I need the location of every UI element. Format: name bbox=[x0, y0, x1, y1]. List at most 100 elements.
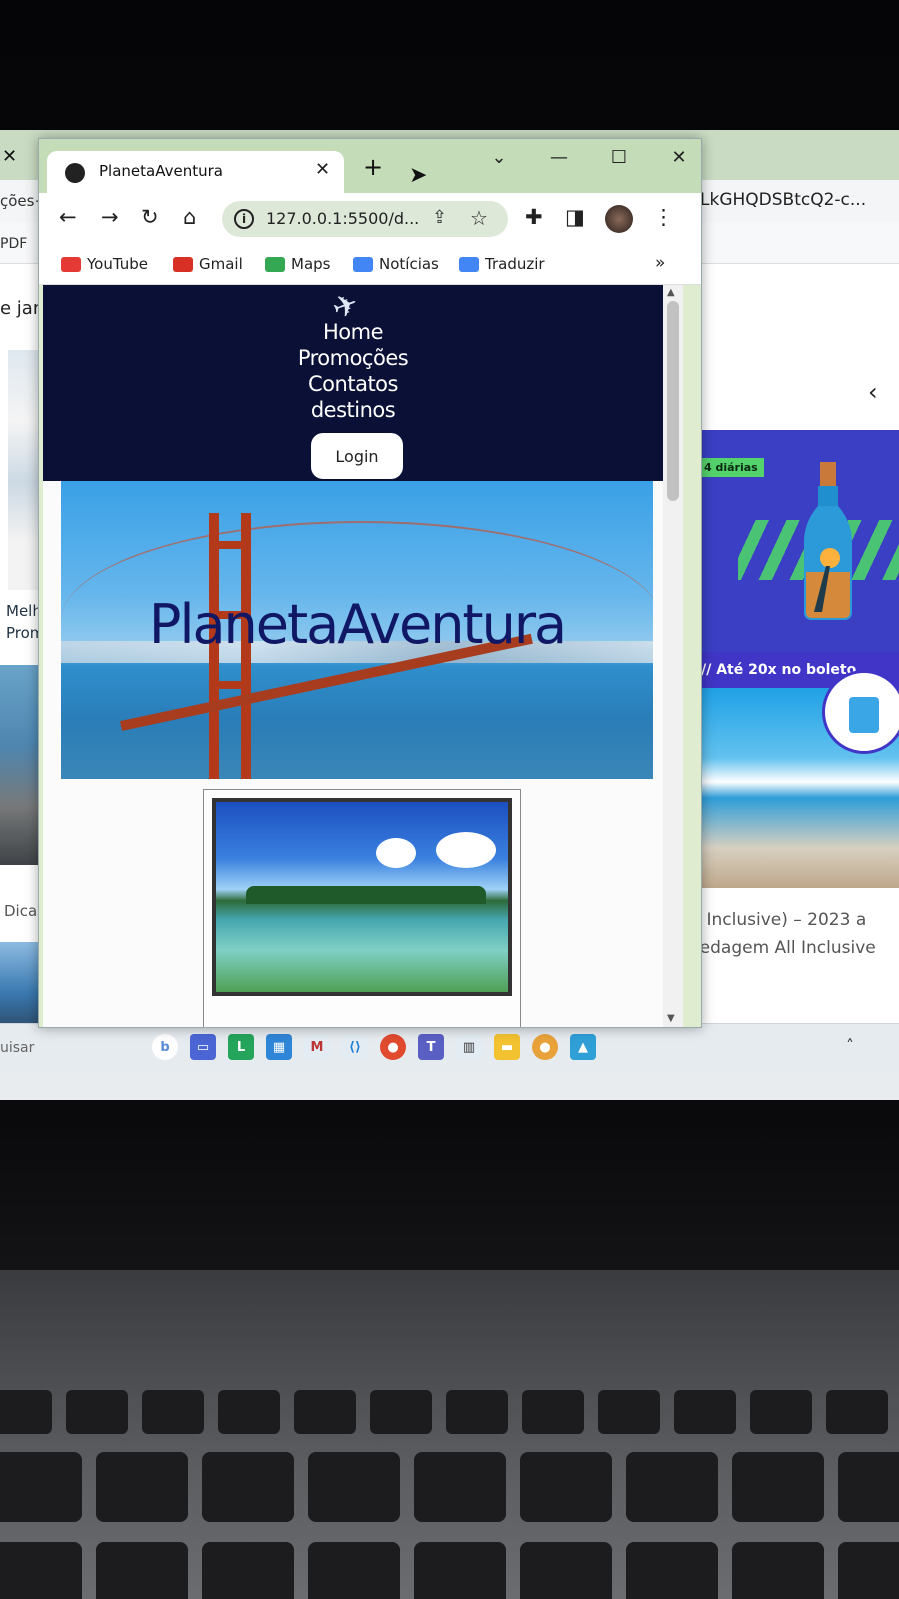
minimize-icon[interactable]: — bbox=[529, 147, 589, 168]
bing-icon[interactable]: b bbox=[152, 1034, 178, 1060]
keyboard-key bbox=[838, 1452, 899, 1522]
site-info-icon[interactable]: i bbox=[234, 209, 254, 229]
tray-chevron-icon[interactable]: ˄ bbox=[846, 1036, 854, 1055]
chat-icon[interactable]: ▭ bbox=[190, 1034, 216, 1060]
keyboard-key bbox=[370, 1390, 432, 1434]
keyboard-key bbox=[626, 1542, 718, 1599]
monitor-screen: ✕ ções+ LkGHQDSBtcQ2-c... PDF e jane Mel… bbox=[0, 130, 899, 1100]
window-controls: ⌄ — ☐ ✕ bbox=[469, 147, 701, 168]
keyboard-key bbox=[0, 1390, 52, 1434]
youtube-icon bbox=[61, 256, 81, 272]
more-bookmarks-icon[interactable]: » bbox=[655, 253, 665, 273]
keyboard-key bbox=[750, 1390, 812, 1434]
bridge-crossbar bbox=[209, 681, 251, 689]
keyboard-key bbox=[414, 1542, 506, 1599]
chrome-profile-icon[interactable]: ● bbox=[532, 1034, 558, 1060]
tab-search-icon[interactable]: ⌄ bbox=[469, 147, 529, 168]
profile-avatar[interactable] bbox=[605, 205, 633, 233]
number-key-row bbox=[0, 1452, 899, 1522]
maximize-icon[interactable]: ☐ bbox=[589, 147, 649, 168]
browser-toolbar: ← → ↻ ⌂ i 127.0.0.1:5500/d... ⇪ ☆ ✚ ◨ ⋮ bbox=[39, 193, 701, 243]
share-icon[interactable]: ⇪ bbox=[432, 207, 447, 228]
keyboard-key bbox=[520, 1542, 612, 1599]
gmail-icon bbox=[173, 256, 193, 272]
globe-icon bbox=[65, 163, 85, 183]
keyboard-key bbox=[308, 1542, 400, 1599]
nav-destinos[interactable]: destinos bbox=[43, 397, 663, 423]
bookmark-label: Traduzir bbox=[485, 255, 545, 273]
keyboard-key bbox=[522, 1390, 584, 1434]
page-scrollbar[interactable]: ▲ ▼ bbox=[663, 285, 683, 1027]
carousel-prev-icon[interactable]: ‹ bbox=[868, 378, 878, 406]
side-panel-icon[interactable]: ◨ bbox=[565, 205, 585, 229]
cup-icon bbox=[849, 697, 879, 733]
forward-icon[interactable]: → bbox=[101, 205, 119, 229]
calendar-icon[interactable]: ▥ bbox=[456, 1034, 482, 1060]
keyboard-key bbox=[826, 1390, 888, 1434]
nav-contatos[interactable]: Contatos bbox=[43, 371, 663, 397]
keyboard-key bbox=[0, 1542, 82, 1599]
store-icon[interactable]: ▦ bbox=[266, 1034, 292, 1060]
hero-title: PlanetaAventura bbox=[148, 593, 567, 656]
bookmarks-bar: YouTube Gmail Maps Notícias Traduzir » bbox=[39, 243, 701, 285]
page-viewport: ✈ Home Promoções Contatos destinos Login bbox=[43, 285, 683, 1027]
bookmark-maps[interactable]: Maps bbox=[265, 255, 330, 273]
launcher-icon[interactable]: L bbox=[228, 1034, 254, 1060]
close-window-icon[interactable]: ✕ bbox=[649, 147, 701, 168]
bookmark-label: Maps bbox=[291, 255, 331, 273]
nav-promocoes[interactable]: Promoções bbox=[43, 345, 663, 371]
background-close-icon[interactable]: ✕ bbox=[2, 146, 17, 167]
scroll-down-icon[interactable]: ▼ bbox=[667, 1013, 675, 1024]
keyboard-key bbox=[96, 1452, 188, 1522]
background-pdf-bookmark[interactable]: PDF bbox=[0, 236, 27, 252]
bookmark-noticias[interactable]: Notícias bbox=[353, 255, 439, 273]
back-icon[interactable]: ← bbox=[59, 205, 77, 229]
taskbar-search[interactable]: uisar bbox=[0, 1040, 34, 1056]
destination-card[interactable] bbox=[203, 789, 521, 1027]
keyboard-key bbox=[142, 1390, 204, 1434]
tab-close-icon[interactable]: ✕ bbox=[315, 159, 330, 180]
new-tab-icon[interactable]: + bbox=[363, 153, 383, 181]
reload-icon[interactable]: ↻ bbox=[141, 205, 159, 229]
hero-banner: PlanetaAventura bbox=[61, 481, 653, 779]
background-right-url[interactable]: LkGHQDSBtcQ2-c... bbox=[700, 190, 866, 210]
login-button[interactable]: Login bbox=[311, 433, 403, 479]
vscode-icon[interactable]: ⟨⟩ bbox=[342, 1034, 368, 1060]
bookmark-gmail[interactable]: Gmail bbox=[173, 255, 243, 273]
bookmark-traduzir[interactable]: Traduzir bbox=[459, 255, 545, 273]
address-text: 127.0.0.1:5500/d... bbox=[266, 209, 420, 228]
keyboard-key bbox=[202, 1542, 294, 1599]
keyboard-key bbox=[218, 1390, 280, 1434]
extensions-icon[interactable]: ✚ bbox=[525, 205, 543, 229]
address-bar[interactable]: i 127.0.0.1:5500/d... ⇪ ☆ bbox=[222, 201, 508, 237]
keyboard-key bbox=[66, 1390, 128, 1434]
bookmark-youtube[interactable]: YouTube bbox=[61, 255, 148, 273]
ad-banner[interactable]: 4 diárias bbox=[688, 430, 899, 652]
chrome-icon[interactable]: ● bbox=[380, 1034, 406, 1060]
keyboard-key bbox=[598, 1390, 660, 1434]
menu-kebab-icon[interactable]: ⋮ bbox=[653, 205, 674, 229]
mouse-cursor-icon: ➤ bbox=[409, 163, 428, 188]
mcafee-icon[interactable]: M bbox=[304, 1034, 330, 1060]
scroll-up-icon[interactable]: ▲ bbox=[667, 287, 675, 298]
keyboard-key bbox=[446, 1390, 508, 1434]
keyboard-key bbox=[202, 1452, 294, 1522]
teams-icon[interactable]: T bbox=[418, 1034, 444, 1060]
background-caption[interactable]: All Inclusive) – 2023 a spedagem All Inc… bbox=[680, 906, 876, 962]
keyboard-key bbox=[520, 1452, 612, 1522]
home-icon[interactable]: ⌂ bbox=[183, 205, 196, 229]
bookmark-star-icon[interactable]: ☆ bbox=[470, 206, 488, 230]
tab-strip: PlanetaAventura ✕ + ➤ ⌄ — ☐ ✕ bbox=[39, 139, 701, 193]
keyboard-key bbox=[626, 1452, 718, 1522]
site-nav: Home Promoções Contatos destinos bbox=[43, 319, 663, 423]
bottle-icon bbox=[804, 462, 852, 620]
background-caption-line2: spedagem All Inclusive bbox=[680, 938, 876, 958]
translate-icon bbox=[459, 256, 479, 272]
cloud bbox=[436, 832, 496, 868]
nav-home[interactable]: Home bbox=[43, 319, 663, 345]
folder-icon[interactable]: ▬ bbox=[494, 1034, 520, 1060]
tab-planetaaventura[interactable]: PlanetaAventura ✕ bbox=[47, 151, 344, 193]
scroll-thumb[interactable] bbox=[667, 301, 679, 501]
cloud bbox=[376, 838, 416, 868]
photos-icon[interactable]: ▲ bbox=[570, 1034, 596, 1060]
